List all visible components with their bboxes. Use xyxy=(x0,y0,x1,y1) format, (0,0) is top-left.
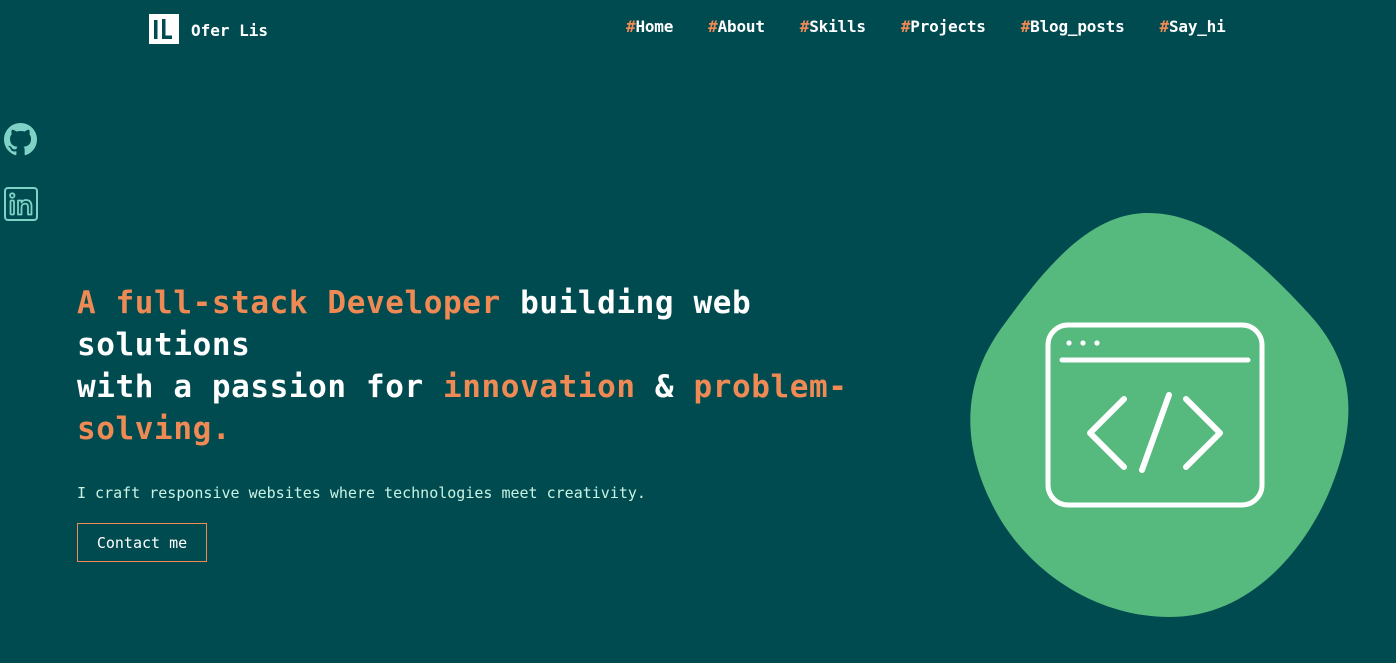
contact-me-button[interactable]: Contact me xyxy=(77,523,207,562)
linkedin-link[interactable] xyxy=(4,187,38,221)
logo-mark-icon xyxy=(149,14,179,44)
hero-title-innovation: innovation xyxy=(443,369,636,405)
nav-item-home[interactable]: #Home xyxy=(626,17,673,36)
nav-item-projects[interactable]: #Projects xyxy=(901,17,986,36)
nav-item-skills[interactable]: #Skills xyxy=(800,17,866,36)
hero-tagline: I craft responsive websites where techno… xyxy=(77,484,646,502)
hero-title-highlight: A full-stack Developer xyxy=(77,285,501,321)
nav-item-about[interactable]: #About xyxy=(708,17,765,36)
linkedin-icon xyxy=(4,187,38,221)
github-icon xyxy=(4,123,37,156)
main-nav: #Home #About #Skills #Projects #Blog_pos… xyxy=(626,17,1226,36)
hero-title: A full-stack Developer building web solu… xyxy=(77,285,848,447)
brand-name: Ofer Lis xyxy=(191,20,269,40)
nav-item-say-hi[interactable]: #Say_hi xyxy=(1160,17,1226,36)
hero-illustration xyxy=(970,212,1349,617)
github-link[interactable] xyxy=(4,123,37,156)
logo-link[interactable]: Ofer Lis xyxy=(149,14,268,44)
nav-item-blog-posts[interactable]: #Blog_posts xyxy=(1021,17,1125,36)
